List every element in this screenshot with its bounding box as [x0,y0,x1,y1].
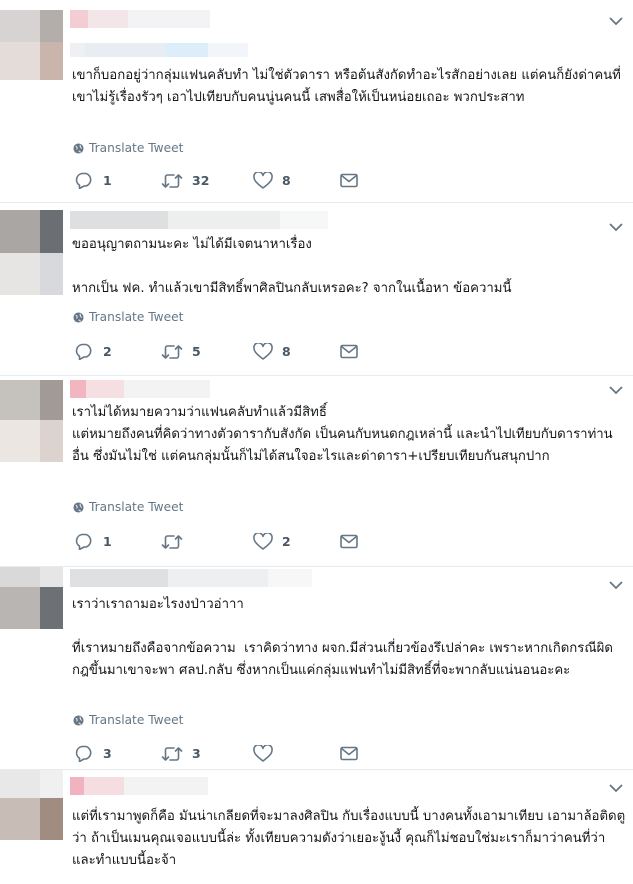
author-name-blurred[interactable] [70,380,210,398]
heart-icon [253,745,273,762]
reply-button[interactable]: 2 [74,343,161,360]
tweet-text: เขาก็บอกอยู่ว่ากลุ่มแฟนคลับทำ ไม่ใช่ตัวด… [72,65,627,109]
tweet[interactable]: เราว่าเราถามอะไรงงป่าวอ่าาา ที่เราหมายถึ… [0,567,633,770]
reply-count: 1 [103,534,112,549]
reply-icon [75,172,92,189]
envelope-icon [340,344,358,359]
tweet[interactable]: ขออนุญาตถามนะคะ ไม่ได้มีเจตนาหาเรื่อง หา… [0,203,633,376]
tweet-paragraph: หากเป็น ฟค. ทำแล้วเขามีสิทธิ์พาศิลปินกลั… [72,281,512,296]
tweet-text: เราว่าเราถามอะไรงงป่าวอ่าาา ที่เราหมายถึ… [72,594,627,682]
translate-label: Translate Tweet [89,500,184,514]
translate-tweet-link[interactable]: Translate Tweet [73,500,183,514]
author-name-blurred[interactable] [70,211,328,229]
author-handle-blurred [70,42,248,57]
author-name-blurred[interactable] [70,777,208,795]
tweet-text: ขออนุญาตถามนะคะ ไม่ได้มีเจตนาหาเรื่อง หา… [72,234,627,300]
heart-icon [253,343,273,360]
envelope-icon [340,746,358,761]
like-button[interactable]: 2 [253,533,340,550]
like-button[interactable]: 8 [253,343,340,360]
reply-icon [75,533,92,550]
translate-tweet-link[interactable]: Translate Tweet [73,141,183,155]
retweet-button[interactable] [161,534,253,550]
retweet-button[interactable]: 5 [161,344,253,360]
reply-icon [75,745,92,762]
tweet-paragraph: เขาก็บอกอยู่ว่ากลุ่มแฟนคลับทำ ไม่ใช่ตัวด… [72,68,621,105]
retweet-icon [161,534,183,549]
like-button[interactable]: 8 [253,172,340,189]
heart-icon [253,172,273,189]
chevron-down-icon[interactable] [609,15,623,30]
tweet-actions: 2 5 8 [74,343,358,360]
globe-icon [73,501,84,513]
retweet-icon [161,173,183,188]
translate-tweet-link[interactable]: Translate Tweet [73,713,183,727]
reply-button[interactable]: 3 [74,745,161,762]
translate-label: Translate Tweet [89,713,184,727]
author-name-blurred[interactable] [70,569,312,587]
tweet-actions: 1 32 8 [74,172,358,189]
direct-message-button[interactable] [340,534,358,549]
tweet[interactable]: เราไม่ได้หมายความว่าแฟนคลับทำแล้วมีสิทธิ… [0,376,633,567]
globe-icon [73,311,84,323]
reply-count: 1 [103,173,112,188]
tweet-paragraph: เราว่าเราถามอะไรงงป่าวอ่าาา [72,597,244,612]
translate-label: Translate Tweet [89,310,184,324]
retweet-icon [161,746,183,761]
heart-icon [253,533,273,550]
like-count: 8 [282,173,291,188]
reply-count: 3 [103,746,112,761]
translate-label: Translate Tweet [89,141,184,155]
tweet[interactable]: เขาก็บอกอยู่ว่ากลุ่มแฟนคลับทำ ไม่ใช่ตัวด… [0,0,633,203]
chevron-down-icon[interactable] [609,782,623,797]
tweet[interactable]: แต่ที่เรามาพูดก็คือ มันน่าเกลียดที่จะมาล… [0,770,633,884]
like-button[interactable] [253,745,340,762]
tweet-text: แต่ที่เรามาพูดก็คือ มันน่าเกลียดที่จะมาล… [72,806,627,872]
envelope-icon [340,534,358,549]
tweet-text: เราไม่ได้หมายความว่าแฟนคลับทำแล้วมีสิทธิ… [72,402,627,468]
tweet-paragraph: ขออนุญาตถามนะคะ ไม่ได้มีเจตนาหาเรื่อง [72,237,312,252]
reply-button[interactable]: 1 [74,533,161,550]
tweet-paragraph: แต่ที่เรามาพูดก็คือ มันน่าเกลียดที่จะมาล… [72,809,626,868]
chevron-down-icon[interactable] [609,384,623,399]
author-name-blurred[interactable] [70,10,210,28]
tweet-actions: 3 3 [74,745,358,762]
globe-icon [73,714,84,726]
direct-message-button[interactable] [340,173,358,188]
chevron-down-icon[interactable] [609,579,623,594]
retweet-count: 5 [192,344,201,359]
tweet-paragraph: เราไม่ได้หมายความว่าแฟนคลับทำแล้วมีสิทธิ… [72,405,613,464]
globe-icon [73,142,84,154]
direct-message-button[interactable] [340,746,358,761]
retweet-count: 3 [192,746,201,761]
like-count: 8 [282,344,291,359]
retweet-button[interactable]: 32 [161,173,253,189]
tweet-actions: 1 2 [74,533,358,550]
retweet-button[interactable]: 3 [161,746,253,762]
reply-button[interactable]: 1 [74,172,161,189]
like-count: 2 [282,534,291,549]
tweet-paragraph: ที่เราหมายถึงคือจากข้อความ เราคิดว่าทาง … [72,641,613,678]
envelope-icon [340,173,358,188]
reply-count: 2 [103,344,112,359]
translate-tweet-link[interactable]: Translate Tweet [73,310,183,324]
retweet-icon [161,344,183,359]
retweet-count: 32 [192,173,210,188]
direct-message-button[interactable] [340,344,358,359]
reply-icon [75,343,92,360]
